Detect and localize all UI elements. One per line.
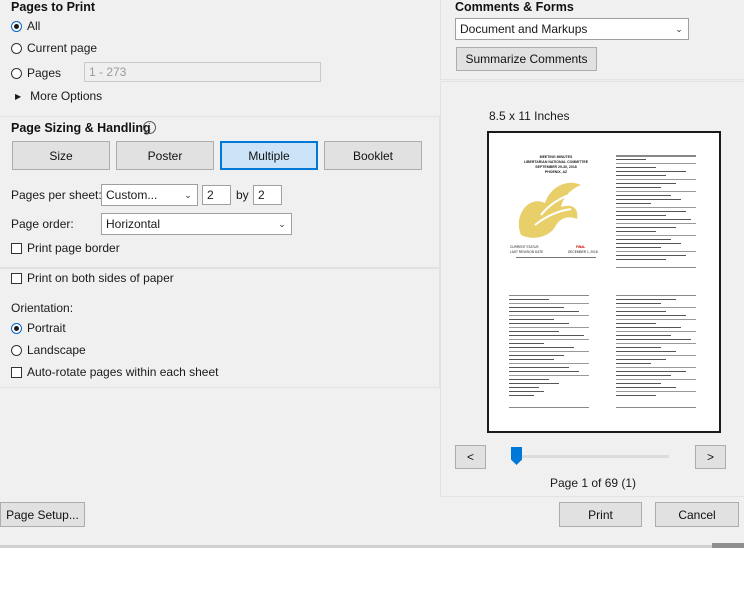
pages-per-sheet-value: Custom...: [106, 188, 158, 202]
comments-forms-select[interactable]: Document and Markups ⌄: [455, 18, 689, 40]
thumbnail-page-4: [616, 293, 700, 411]
thumbnail-page-1: MEETING MINUTES LIBERTARIAN NATIONAL COM…: [506, 153, 606, 269]
libertarian-logo-icon: [518, 182, 581, 238]
pages-per-sheet-label: Pages per sheet:: [11, 188, 102, 202]
more-options-toggle[interactable]: ▶ More Options: [15, 89, 102, 103]
page-sizing-header: Page Sizing & Handling: [11, 121, 151, 135]
pages-to-print-header: Pages to Print: [11, 0, 96, 14]
cancel-button[interactable]: Cancel: [655, 502, 739, 527]
prev-page-button[interactable]: <: [455, 445, 486, 469]
print-border-label: Print page border: [27, 241, 120, 255]
page-order-label: Page order:: [11, 217, 74, 231]
page-order-value: Horizontal: [106, 217, 161, 231]
tab-size[interactable]: Size: [12, 141, 110, 170]
auto-rotate-label: Auto-rotate pages within each sheet: [27, 365, 219, 379]
current-page-label: Current page: [27, 41, 98, 55]
both-sides-label: Print on both sides of paper: [27, 271, 174, 285]
all-radio-dot[interactable]: [11, 20, 22, 32]
portrait-radio[interactable]: Portrait: [11, 321, 66, 335]
thumb1-footnote: [516, 257, 596, 258]
page-status: Page 1 of 69 (1): [550, 476, 637, 490]
thumb1-title-1: MEETING MINUTES: [539, 155, 573, 159]
chevron-down-icon: ⌄: [675, 24, 683, 34]
page-setup-button[interactable]: Page Setup...: [0, 502, 85, 527]
expand-triangle-icon: ▶: [15, 91, 22, 101]
both-sides-checkbox[interactable]: Print on both sides of paper: [11, 271, 174, 285]
next-page-button[interactable]: >: [695, 445, 726, 469]
preview-sheet: MEETING MINUTES LIBERTARIAN NATIONAL COM…: [487, 131, 721, 433]
chevron-down-icon: ⌄: [184, 190, 192, 200]
landscape-label: Landscape: [27, 343, 86, 357]
landscape-radio[interactable]: Landscape: [11, 343, 86, 357]
window-edge-strip: [712, 543, 744, 548]
columns-input[interactable]: 2: [202, 185, 231, 205]
current-page-radio[interactable]: Current page: [11, 41, 97, 55]
rows-input[interactable]: 2: [253, 185, 282, 205]
info-icon[interactable]: i: [143, 121, 156, 134]
comments-forms-value: Document and Markups: [460, 22, 588, 36]
portrait-radio-dot[interactable]: [11, 322, 22, 334]
comments-forms-header: Comments & Forms: [455, 0, 574, 14]
pages-range-input[interactable]: 1 - 273: [84, 62, 321, 82]
chevron-down-icon: ⌄: [278, 219, 286, 229]
thumb1-date-value: DECEMBER 1, 2018: [568, 250, 598, 254]
portrait-label: Portrait: [27, 321, 66, 335]
landscape-radio-dot[interactable]: [11, 344, 22, 356]
pages-radio[interactable]: Pages: [11, 66, 61, 80]
summarize-comments-button[interactable]: Summarize Comments: [456, 47, 597, 71]
tab-booklet[interactable]: Booklet: [324, 141, 422, 170]
more-options-label: More Options: [30, 89, 103, 103]
pages-label: Pages: [27, 66, 62, 80]
thumb1-title-4: PHOENIX, AZ: [544, 170, 568, 174]
thumb1-status-label: CURRENT STATUS: [510, 245, 539, 249]
tab-poster[interactable]: Poster: [116, 141, 214, 170]
print-border-box[interactable]: [11, 242, 22, 254]
paper-size-label: 8.5 x 11 Inches: [489, 109, 570, 123]
all-label: All: [27, 19, 41, 33]
thumbnail-page-2: [616, 153, 700, 271]
thumb1-title-2: LIBERTARIAN NATIONAL COMMITTEE: [523, 160, 589, 164]
print-dialog: Pages to Print All Current page Pages 1 …: [0, 0, 744, 548]
tab-multiple[interactable]: Multiple: [220, 141, 318, 170]
page-slider-track[interactable]: [513, 455, 669, 458]
auto-rotate-checkbox[interactable]: Auto-rotate pages within each sheet: [11, 365, 218, 379]
thumb1-status-value: FINAL: [576, 245, 586, 249]
page-order-select[interactable]: Horizontal ⌄: [101, 213, 292, 235]
pages-per-sheet-select[interactable]: Custom... ⌄: [101, 184, 198, 206]
by-label: by: [236, 188, 249, 202]
thumb1-title-3: SEPTEMBER 29-30, 2018: [535, 165, 577, 169]
print-button[interactable]: Print: [559, 502, 642, 527]
thumbnail-page-3: [509, 293, 593, 411]
current-page-radio-dot[interactable]: [11, 42, 22, 54]
all-pages-radio[interactable]: All: [11, 19, 40, 33]
thumb1-revision-label: LAST REVISION DATE: [510, 250, 544, 254]
auto-rotate-box[interactable]: [11, 366, 22, 378]
print-page-border-checkbox[interactable]: Print page border: [11, 241, 120, 255]
pages-radio-dot[interactable]: [11, 67, 22, 79]
orientation-label: Orientation:: [11, 301, 74, 315]
both-sides-box[interactable]: [11, 272, 22, 284]
